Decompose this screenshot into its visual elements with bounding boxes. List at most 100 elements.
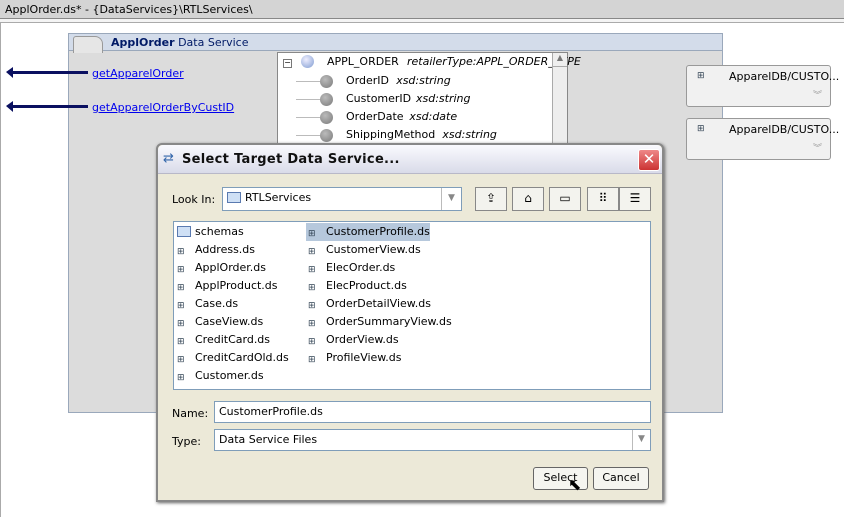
root-name: APPL_ORDER <box>327 55 399 68</box>
file-item[interactable]: ⊞ CustomerView.ds <box>306 241 421 259</box>
node-type: xsd:string <box>396 74 451 87</box>
file-item[interactable]: ⊞ CaseView.ds <box>175 313 263 331</box>
data-service-file-icon: ⊞ <box>308 355 316 365</box>
node-name: OrderID <box>346 74 389 87</box>
file-item[interactable]: ⊞ CreditCard.ds <box>175 331 270 349</box>
element-icon <box>320 111 333 124</box>
source-node[interactable]: ⊞ ApparelDB/CUSTO... ︾ <box>686 118 839 160</box>
folder-icon <box>177 226 191 237</box>
source-node[interactable]: ⊞ ApparelDB/CUSTO... ︾ <box>686 65 839 107</box>
file-name: ApplProduct.ds <box>195 279 278 292</box>
dialog-icon: ⇄ <box>163 151 174 166</box>
file-name: ProfileView.ds <box>326 351 402 364</box>
close-button[interactable]: ✕ <box>638 149 660 171</box>
file-name: ApplOrder.ds <box>195 261 267 274</box>
tree-scrollbar[interactable]: ▲ <box>552 53 567 146</box>
node-name: OrderDate <box>346 110 404 123</box>
file-item[interactable]: ⊞ ProfileView.ds <box>306 349 402 367</box>
type-label: Type: <box>172 435 201 448</box>
file-name: CustomerProfile.ds <box>326 225 430 238</box>
file-name: schemas <box>195 225 244 238</box>
home-button[interactable]: ⌂ <box>512 187 544 211</box>
data-source-icon: ⊞ <box>697 71 705 81</box>
type-value: Data Service Files <box>219 433 318 446</box>
type-select[interactable]: Data Service Files ▼ <box>214 429 651 451</box>
list-view-button[interactable]: ⠿ <box>587 187 619 211</box>
service-kind: Data Service <box>178 36 249 49</box>
file-item[interactable]: ⊞ OrderView.ds <box>306 331 399 349</box>
data-source-icon: ⊞ <box>697 124 705 134</box>
data-service-file-icon: ⊞ <box>177 373 185 383</box>
file-item[interactable]: ⊞ ApplOrder.ds <box>175 259 266 277</box>
collapse-icon[interactable]: − <box>283 59 292 68</box>
service-name: ApplOrder <box>111 36 175 49</box>
look-in-value: RTLServices <box>245 191 312 204</box>
file-name: OrderSummaryView.ds <box>326 315 452 328</box>
new-folder-button[interactable]: ▭ <box>549 187 581 211</box>
tree-line <box>296 99 320 100</box>
data-service-icon <box>73 36 103 53</box>
details-view-button[interactable]: ☰ <box>619 187 651 211</box>
file-item[interactable]: ⊞ OrderSummaryView.ds <box>306 313 452 331</box>
tree-line <box>296 81 320 82</box>
file-name: CustomerView.ds <box>326 243 421 256</box>
window-title: ApplOrder.ds* - {DataServices}\RTLServic… <box>0 0 844 19</box>
expand-icon[interactable]: ︾ <box>813 88 822 101</box>
element-icon <box>301 55 314 68</box>
return-type-tree: − APPL_ORDER retailerType:APPL_ORDER_TYP… <box>277 52 581 147</box>
file-item[interactable]: ⊞ CreditCardOld.ds <box>175 349 289 367</box>
operation-link[interactable]: getApparelOrderByCustID <box>92 101 234 114</box>
file-name: OrderView.ds <box>326 333 399 346</box>
file-item[interactable]: ⊞ Address.ds <box>175 241 255 259</box>
panel-header: ApplOrder Data Service <box>69 34 722 53</box>
node-type: xsd:date <box>409 110 458 123</box>
file-name: Case.ds <box>195 297 239 310</box>
file-item[interactable]: ⊞ ElecOrder.ds <box>306 259 395 277</box>
tree-line <box>296 135 320 136</box>
tree-root[interactable]: − APPL_ORDER retailerType:APPL_ORDER_TYP… <box>283 55 581 73</box>
chevron-down-icon[interactable]: ▼ <box>632 430 650 450</box>
node-name: ShippingMethod <box>346 128 436 141</box>
source-label: ApparelDB/CUSTO... <box>729 123 840 136</box>
source-label: ApparelDB/CUSTO... <box>729 70 840 83</box>
cancel-button[interactable]: Cancel <box>593 467 649 490</box>
file-item[interactable]: ⊞ Case.ds <box>175 295 238 313</box>
operation-arrow <box>6 67 88 78</box>
file-name: OrderDetailView.ds <box>326 297 431 310</box>
expand-icon[interactable]: ︾ <box>813 141 822 154</box>
file-item[interactable]: ⊞ Customer.ds <box>175 367 264 385</box>
mouse-cursor-icon: ⬉ <box>568 475 582 494</box>
look-in-label: Look In: <box>172 193 216 206</box>
operation-arrow <box>6 101 88 112</box>
operation-link[interactable]: getApparelOrder <box>92 67 184 80</box>
tree-line <box>296 117 320 118</box>
node-type: xsd:string <box>416 92 471 105</box>
look-in-select[interactable]: RTLServices ▼ <box>222 187 462 211</box>
name-input[interactable]: CustomerProfile.ds <box>214 401 651 423</box>
file-item[interactable]: schemas <box>175 223 244 241</box>
file-item[interactable]: ⊞ CustomerProfile.ds <box>306 223 430 241</box>
chevron-down-icon[interactable]: ▼ <box>441 188 461 210</box>
file-name: ElecOrder.ds <box>326 261 396 274</box>
select-target-dialog: ⇄ Select Target Data Service... ✕ Look I… <box>156 143 664 502</box>
file-name: CaseView.ds <box>195 315 264 328</box>
element-icon <box>320 75 333 88</box>
file-name: CreditCard.ds <box>195 333 271 346</box>
element-icon <box>320 93 333 106</box>
dialog-title: Select Target Data Service... <box>182 152 400 167</box>
dialog-titlebar[interactable]: ⇄ Select Target Data Service... ✕ <box>158 145 662 174</box>
file-item[interactable]: ⊞ ElecProduct.ds <box>306 277 407 295</box>
file-list[interactable]: schemas ⊞ Address.ds ⊞ ApplOrder.ds ⊞ ApplProd… <box>173 221 651 390</box>
element-icon <box>320 129 333 142</box>
file-item[interactable]: ⊞ ApplProduct.ds <box>175 277 278 295</box>
folder-icon <box>227 192 241 203</box>
file-name: ElecProduct.ds <box>326 279 407 292</box>
up-folder-button[interactable]: ⇪ <box>475 187 507 211</box>
file-name: Address.ds <box>195 243 256 256</box>
node-name: CustomerID <box>346 92 412 105</box>
node-type: xsd:string <box>442 128 497 141</box>
name-label: Name: <box>172 407 209 420</box>
file-item[interactable]: ⊞ OrderDetailView.ds <box>306 295 431 313</box>
file-name: CreditCardOld.ds <box>195 351 289 364</box>
file-name: Customer.ds <box>195 369 264 382</box>
